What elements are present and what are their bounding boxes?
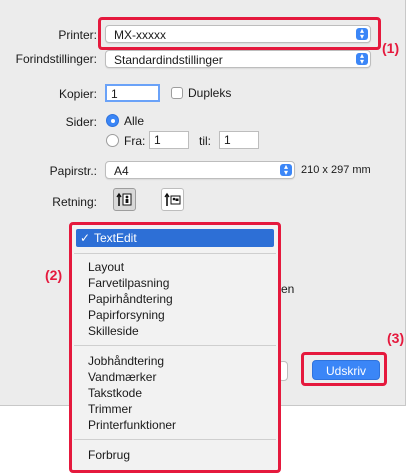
menu-item-paper-handling[interactable]: Papirhåndtering — [88, 292, 173, 306]
landscape-orientation-button[interactable] — [161, 188, 184, 211]
pages-all-label: Alle — [124, 114, 145, 128]
pages-from-field[interactable]: 1 — [149, 131, 189, 149]
pages-label: Sider: — [65, 115, 97, 129]
menu-item-paper-feed[interactable]: Papirforsyning — [88, 308, 165, 322]
printer-label: Printer: — [58, 28, 97, 42]
pages-to-label: til: — [199, 134, 211, 148]
paper-size-popup[interactable]: A4 ▴ ▾ — [105, 161, 295, 179]
menu-item-selected-label: TextEdit — [94, 231, 137, 245]
menu-item-printer-functions[interactable]: Printerfunktioner — [88, 418, 176, 432]
menu-item-consumption[interactable]: Forbrug — [88, 448, 130, 462]
paper-size-dimensions: 210 x 297 mm — [301, 164, 371, 176]
printer-highlight-box — [98, 17, 381, 50]
menu-item-cover-page[interactable]: Skilleside — [88, 324, 139, 338]
menu-separator — [74, 439, 276, 440]
copies-field[interactable]: 1 — [105, 84, 160, 102]
menu-item-color-matching[interactable]: Farvetilpasning — [88, 276, 169, 290]
pages-to-field[interactable]: 1 — [219, 131, 259, 149]
menu-item-layout[interactable]: Layout — [88, 260, 124, 274]
menu-separator — [74, 345, 276, 346]
orientation-label: Retning: — [52, 195, 97, 209]
menu-item-selected[interactable]: ✓ TextEdit — [76, 229, 274, 247]
duplex-label: Dupleks — [188, 86, 232, 100]
pages-all-radio[interactable] — [106, 114, 119, 127]
popup-arrows-icon: ▴ ▾ — [280, 163, 292, 177]
marker-3: (3) — [387, 330, 405, 346]
copies-label: Kopier: — [58, 87, 97, 101]
presets-value: Standardindstillinger — [114, 53, 223, 67]
checkmark-icon: ✓ — [80, 231, 91, 245]
menu-item-trimmer[interactable]: Trimmer — [88, 402, 132, 416]
print-button-highlight-box — [301, 352, 387, 386]
landscape-icon — [164, 192, 181, 206]
duplex-checkbox[interactable] — [171, 87, 183, 99]
popup-arrows-icon: ▴ ▾ — [356, 52, 368, 66]
menu-item-job-handling[interactable]: Jobhåndtering — [88, 354, 164, 368]
partial-option-text: en — [281, 282, 295, 296]
portrait-orientation-button[interactable] — [113, 188, 136, 211]
marker-1: (1) — [382, 40, 400, 56]
paper-size-label: Papirstr.: — [49, 164, 97, 178]
pages-from-radio[interactable] — [106, 134, 119, 147]
presets-label: Forindstillinger: — [15, 52, 97, 66]
menu-separator — [74, 253, 276, 254]
paper-size-value: A4 — [114, 164, 129, 178]
marker-2: (2) — [45, 267, 63, 283]
portrait-icon — [116, 192, 132, 206]
menu-item-account-code[interactable]: Takstkode — [88, 386, 142, 400]
menu-item-watermarks[interactable]: Vandmærker — [88, 370, 156, 384]
pages-from-label: Fra: — [124, 134, 146, 148]
presets-popup[interactable]: Standardindstillinger ▴ ▾ — [105, 50, 371, 68]
printer-options-menu: ✓ TextEdit Layout Farvetilpasning Papirh… — [69, 222, 281, 473]
